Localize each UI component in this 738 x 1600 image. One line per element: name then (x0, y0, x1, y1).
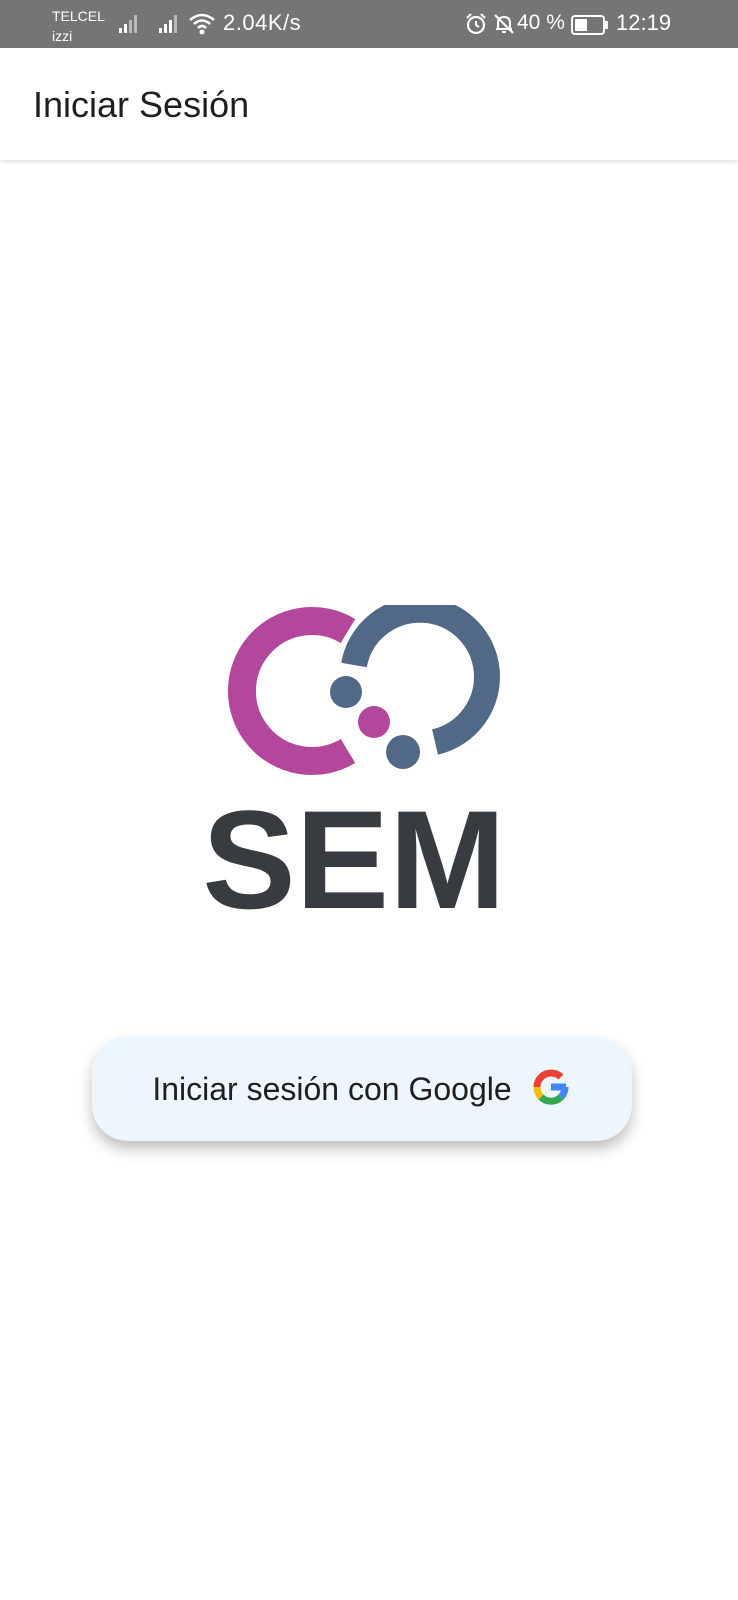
app-logo: SEM (190, 596, 530, 938)
wifi-icon (188, 12, 216, 41)
logo-dot-magenta (358, 706, 390, 738)
app-bar: Iniciar Sesión (0, 48, 738, 160)
carrier-info: TELCEL izzi (52, 6, 105, 46)
logo-dot-slate-2 (386, 735, 420, 769)
carrier-primary: TELCEL (52, 8, 105, 24)
google-sign-in-label: Iniciar sesión con Google (152, 1070, 512, 1107)
battery-percent: 40 % (517, 11, 565, 34)
signal-icon (118, 12, 142, 39)
clock: 12:19 (616, 10, 672, 35)
network-speed: 2.04K/s (223, 10, 302, 35)
alarm-icon (464, 12, 488, 41)
page-title: Iniciar Sesión (33, 84, 250, 125)
signal-icon (158, 12, 182, 39)
status-bar: TELCEL izzi 2.04K/s 40 % 12:19 (0, 0, 738, 48)
carrier-secondary: izzi (52, 28, 73, 44)
google-g-icon (530, 1066, 572, 1113)
battery-icon (571, 15, 609, 40)
google-sign-in-button[interactable]: Iniciar sesión con Google (92, 1037, 632, 1141)
notifications-off-icon (492, 12, 516, 41)
logo-dot-slate-1 (330, 676, 362, 708)
logo-text: SEM (202, 781, 505, 925)
